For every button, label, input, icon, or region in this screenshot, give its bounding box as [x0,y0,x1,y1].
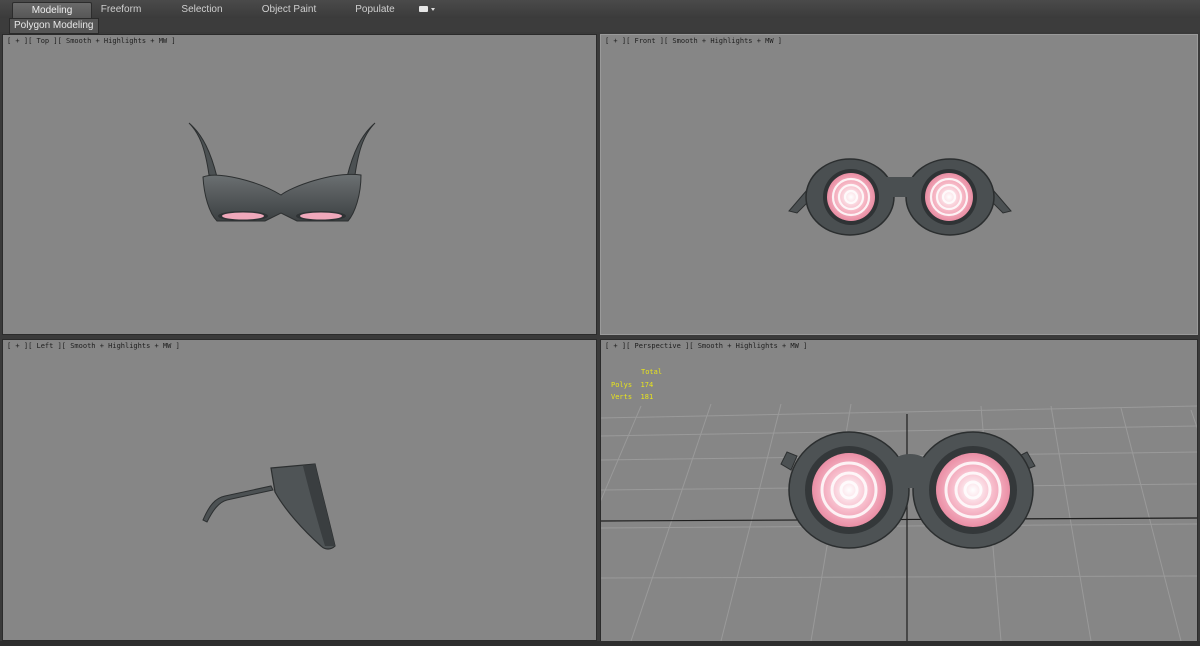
chevron-down-icon [431,8,435,11]
tab-polygon-modeling[interactable]: Polygon Modeling [9,18,99,34]
tab-modeling[interactable]: Modeling [12,2,92,19]
viewport-left[interactable]: [ + ][ Left ][ Smooth + Highlights + MW … [2,339,597,641]
glasses-front-view [788,158,1012,236]
ribbon-options-icon [419,6,428,12]
viewport-perspective[interactable]: [ + ][ Perspective ][ Smooth + Highlight… [600,339,1198,642]
perspective-scene [601,403,1197,641]
ribbon-options-dropdown[interactable] [419,4,437,14]
ribbon-tabs: Modeling Freeform Selection Object Paint… [0,0,1200,19]
tab-populate[interactable]: Populate [342,2,408,18]
viewport-front[interactable]: [ + ][ Front ][ Smooth + Highlights + MW… [600,34,1198,335]
glasses-left-view [202,463,336,550]
glasses-top-view [188,122,376,222]
tab-freeform[interactable]: Freeform [90,2,152,18]
ribbon-panel-bar: Polygon Modeling [0,18,1200,34]
bottom-status-strip [0,641,1200,646]
tab-object-paint[interactable]: Object Paint [252,2,326,18]
viewport-top[interactable]: [ + ][ Top ][ Smooth + Highlights + MW ] [2,34,597,335]
tab-selection[interactable]: Selection [168,2,236,18]
